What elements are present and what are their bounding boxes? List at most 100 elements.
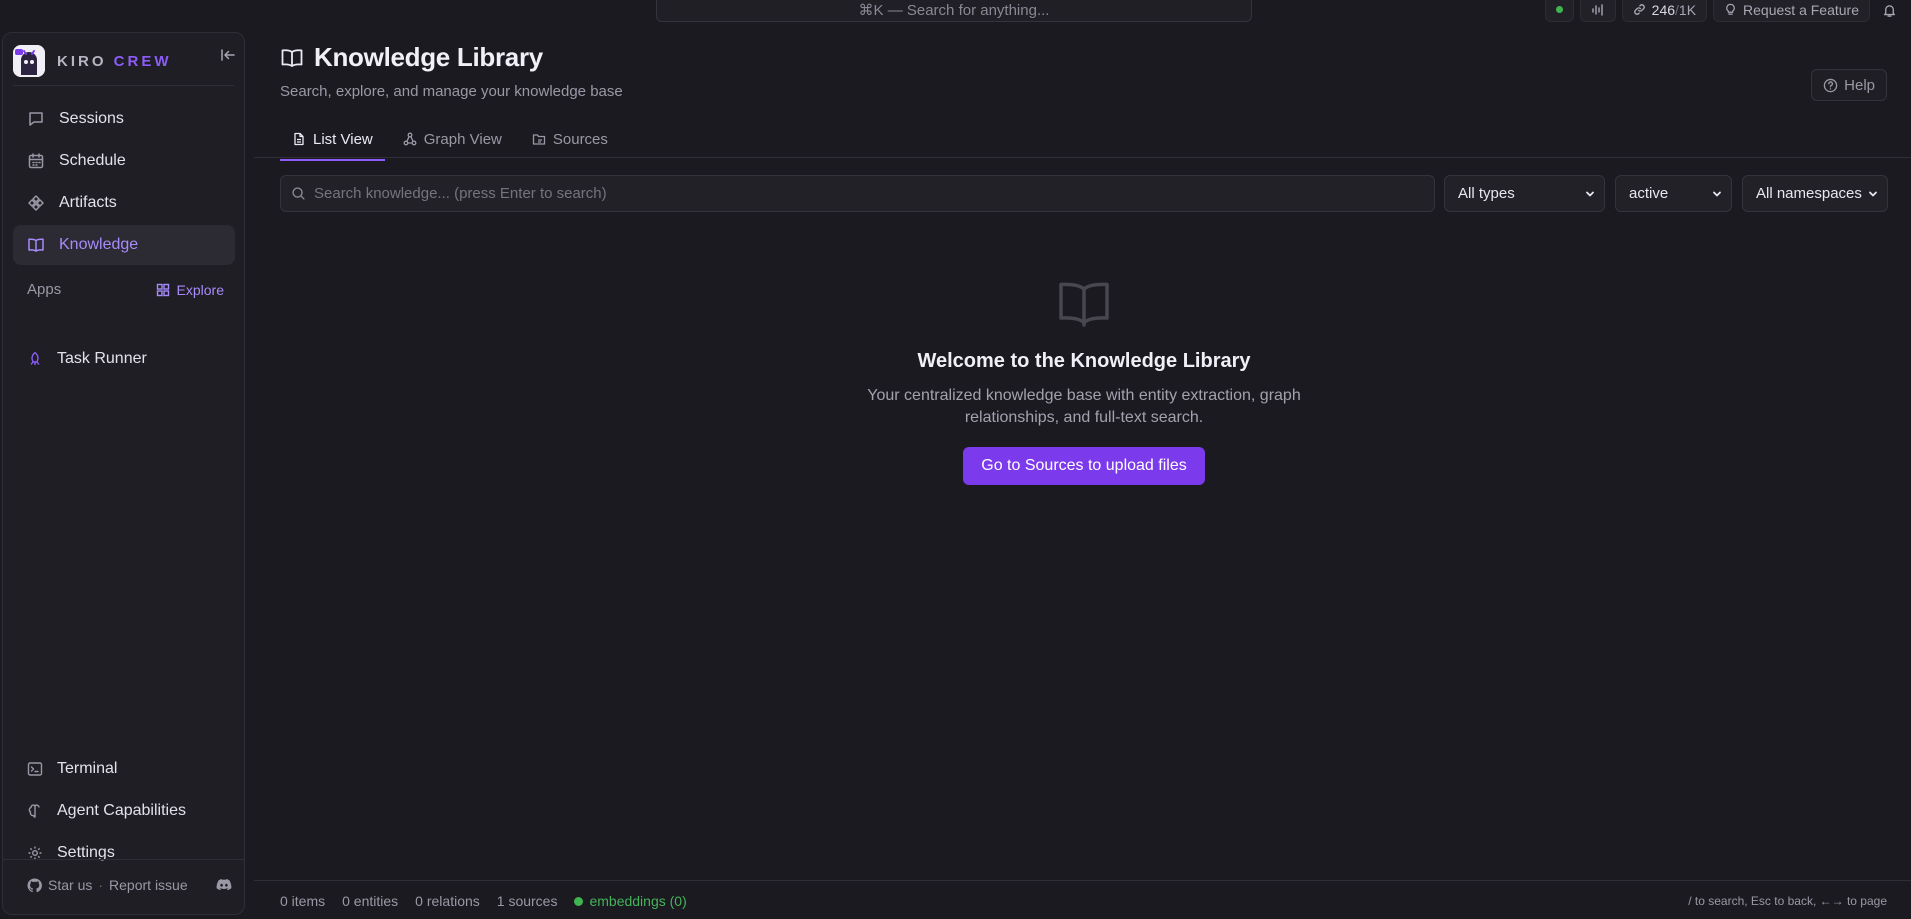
- knowledge-search[interactable]: [280, 175, 1435, 212]
- sidebar-footer-divider: [3, 859, 244, 860]
- nav-item-terminal[interactable]: Terminal: [13, 749, 235, 789]
- type-filter-value: All types: [1458, 185, 1515, 202]
- tabs-divider: [254, 157, 1911, 158]
- notifications-button[interactable]: [1876, 3, 1911, 18]
- calendar-icon: [27, 152, 45, 170]
- nav-item-sessions[interactable]: Sessions: [13, 99, 235, 139]
- book-open-icon: [1058, 280, 1110, 328]
- nav-item-label: Terminal: [57, 760, 118, 777]
- tab-label: Sources: [552, 130, 608, 148]
- search-input[interactable]: [314, 185, 1424, 202]
- page-title: Knowledge Library: [314, 42, 543, 72]
- sidebar-footer: Star us · Report issue: [27, 877, 232, 893]
- search-icon: [291, 186, 306, 201]
- graph-icon: [403, 132, 417, 146]
- status-indicator[interactable]: [1544, 0, 1574, 22]
- usage-counter[interactable]: 246/1K: [1621, 0, 1708, 22]
- bell-icon: [1882, 3, 1897, 18]
- book-open-icon: [27, 236, 45, 254]
- embeddings-status: embeddings (0): [574, 893, 687, 909]
- brain-icon: [27, 803, 43, 819]
- empty-state: Welcome to the Knowledge Library Your ce…: [780, 280, 1388, 485]
- namespace-filter-select[interactable]: All namespaces: [1742, 175, 1888, 212]
- nav-item-label: Agent Capabilities: [57, 802, 186, 819]
- embeddings-dot-icon: [574, 896, 584, 906]
- keyboard-hint: / to search, Esc to back, ←→ to page: [1688, 894, 1887, 908]
- request-feature-button[interactable]: Request a Feature: [1713, 0, 1870, 22]
- nav-item-agent-capabilities[interactable]: Agent Capabilities: [13, 791, 235, 831]
- apps-nav: Task Runner: [13, 339, 235, 381]
- nav-item-knowledge[interactable]: Knowledge: [13, 225, 235, 265]
- usage-limit: 1K: [1678, 1, 1697, 18]
- github-icon: [27, 877, 42, 893]
- link-icon: [1633, 3, 1646, 16]
- document-icon: [292, 132, 306, 146]
- explore-label: Explore: [176, 281, 224, 298]
- page-subtitle: Search, explore, and manage your knowled…: [280, 83, 623, 100]
- command-search-text: ⌘K — Search for anything...: [858, 1, 1050, 19]
- tab-list-view[interactable]: List View: [280, 122, 385, 161]
- page-header: Knowledge Library Search, explore, and m…: [280, 42, 623, 100]
- brand-name: KIRO CREW: [57, 53, 172, 70]
- items-count: 0 items: [280, 893, 326, 909]
- request-feature-label: Request a Feature: [1743, 1, 1859, 18]
- nav-item-artifacts[interactable]: Artifacts: [13, 183, 235, 223]
- logo-icon: [13, 45, 45, 77]
- rocket-icon: [27, 351, 43, 367]
- nav-item-label: Knowledge: [59, 236, 139, 253]
- usage-used: 246: [1651, 1, 1676, 18]
- explore-apps-button[interactable]: Explore: [156, 282, 224, 298]
- view-tabs: List View Graph View Sources: [280, 122, 620, 161]
- brand-divider: [13, 85, 234, 86]
- nav-item-settings[interactable]: Settings: [13, 833, 235, 873]
- go-to-sources-button[interactable]: Go to Sources to upload files: [963, 447, 1205, 485]
- empty-state-title: Welcome to the Knowledge Library: [917, 350, 1251, 372]
- sources-count: 1 sources: [496, 893, 558, 909]
- brand-name-part2: CREW: [113, 52, 172, 70]
- discord-icon[interactable]: [216, 877, 232, 893]
- type-filter-select[interactable]: All types: [1444, 175, 1605, 212]
- help-label: Help: [1844, 76, 1875, 94]
- apps-label: Apps: [27, 281, 62, 298]
- nav-item-label: Schedule: [59, 152, 126, 169]
- terminal-icon: [27, 761, 43, 777]
- brand-name-part1: KIRO: [57, 52, 107, 70]
- chevron-down-icon: [1867, 188, 1879, 200]
- grid-icon: [156, 283, 170, 297]
- namespace-filter-value: All namespaces: [1756, 185, 1862, 202]
- status-filter-value: active: [1629, 185, 1669, 202]
- status-bar: 0 items 0 entities 0 relations 1 sources…: [254, 880, 1911, 919]
- report-issue-link[interactable]: Report issue: [109, 877, 188, 893]
- activity-button[interactable]: [1579, 0, 1616, 22]
- waveform-icon: [1591, 3, 1605, 17]
- shapes-icon: [27, 194, 45, 212]
- lightbulb-icon: [1724, 3, 1737, 16]
- footer-separator: ·: [98, 877, 104, 893]
- nav-item-schedule[interactable]: Schedule: [13, 141, 235, 181]
- app-item-label: Task Runner: [57, 350, 147, 367]
- apps-header: Apps Explore: [27, 281, 224, 298]
- help-button[interactable]: Help: [1811, 69, 1887, 101]
- app-item-task-runner[interactable]: Task Runner: [13, 339, 235, 379]
- nav-item-label: Artifacts: [59, 194, 117, 211]
- chevron-down-icon: [1711, 188, 1723, 200]
- brand[interactable]: KIRO CREW: [13, 42, 172, 80]
- tab-sources[interactable]: Sources: [520, 122, 620, 156]
- tab-graph-view[interactable]: Graph View: [391, 122, 514, 156]
- sidebar: KIRO CREW Sessions Schedule Artifacts Kn…: [2, 32, 245, 915]
- entities-count: 0 entities: [342, 893, 399, 909]
- book-open-icon: [280, 46, 304, 70]
- status-dot-icon: [1555, 6, 1563, 13]
- help-circle-icon: [1823, 78, 1838, 93]
- nav-item-label: Sessions: [59, 110, 124, 127]
- folder-list-icon: [532, 132, 546, 146]
- primary-nav: Sessions Schedule Artifacts Knowledge: [13, 99, 235, 267]
- collapse-sidebar-icon: [220, 47, 236, 63]
- tab-label: Graph View: [423, 130, 502, 148]
- collapse-sidebar-button[interactable]: [220, 47, 236, 63]
- chat-bubble-icon: [27, 110, 45, 128]
- command-search-bar[interactable]: ⌘K — Search for anything...: [656, 0, 1252, 22]
- star-us-link[interactable]: Star us: [48, 877, 92, 893]
- relations-count: 0 relations: [415, 893, 480, 909]
- status-filter-select[interactable]: active: [1615, 175, 1732, 212]
